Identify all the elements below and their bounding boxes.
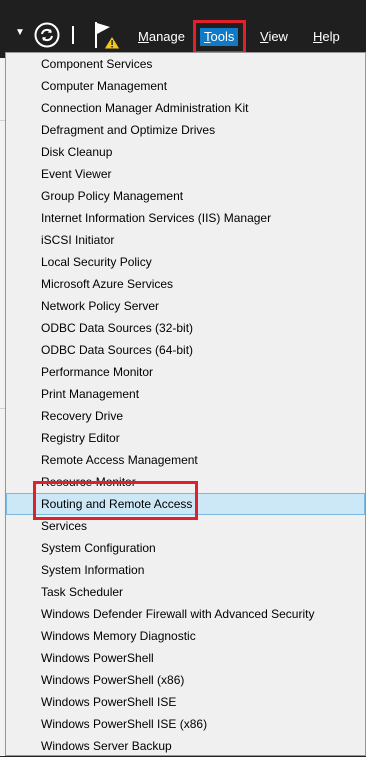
menu-help-accel: H xyxy=(313,29,323,44)
tools-menu-item-label: Component Services xyxy=(41,57,153,71)
tools-menu-item[interactable]: Windows PowerShell ISE xyxy=(6,691,365,713)
tools-menu-item[interactable]: Internet Information Services (IIS) Mana… xyxy=(6,207,365,229)
tools-menu-item[interactable]: Performance Monitor xyxy=(6,361,365,383)
tools-dropdown-menu: Component Services Computer Management Con… xyxy=(5,52,366,756)
tools-menu-item-label: Network Policy Server xyxy=(41,299,160,313)
tools-menu-item[interactable]: Connection Manager Administration Kit xyxy=(6,97,365,119)
tools-menu-item-label: Windows PowerShell (x86) xyxy=(41,673,185,687)
tools-menu-item[interactable]: Windows PowerShell (x86) xyxy=(6,669,365,691)
tools-menu-item[interactable]: Windows PowerShell ISE (x86) xyxy=(6,713,365,735)
menu-help[interactable]: Help xyxy=(309,28,344,46)
tools-menu-item-label: Remote Access Management xyxy=(41,453,198,467)
toolbar-separator xyxy=(72,26,74,44)
menu-manage-rest: anage xyxy=(148,29,185,44)
tools-menu-item-label: Windows Memory Diagnostic xyxy=(41,629,196,643)
tools-menu-item-label: Windows PowerShell ISE xyxy=(41,695,177,709)
refresh-icon[interactable] xyxy=(33,21,61,49)
tools-menu-item-label: Recovery Drive xyxy=(41,409,124,423)
tools-menu-item-label: ODBC Data Sources (32-bit) xyxy=(41,321,194,335)
tools-menu-item-label: System Information xyxy=(41,563,145,577)
tools-menu-item-label: Group Policy Management xyxy=(41,189,184,203)
menu-help-rest: elp xyxy=(322,29,340,44)
tools-menu-item[interactable]: System Information xyxy=(6,559,365,581)
tools-menu-item-label: Disk Cleanup xyxy=(41,145,113,159)
tools-menu-item-label: ODBC Data Sources (64-bit) xyxy=(41,343,194,357)
server-manager-toolbar: ▼ Manage Tools View Help xyxy=(0,0,366,58)
tools-menu-item[interactable]: Disk Cleanup xyxy=(6,141,365,163)
tools-menu-item-label: Print Management xyxy=(41,387,140,401)
tools-menu-item-label: Event Viewer xyxy=(41,167,112,181)
annotation-box-routing xyxy=(33,481,198,520)
tools-menu-item-label: System Configuration xyxy=(41,541,156,555)
tools-menu-item-label: Connection Manager Administration Kit xyxy=(41,101,249,115)
tools-menu-item[interactable]: Recovery Drive xyxy=(6,405,365,427)
tools-menu-item[interactable]: System Configuration xyxy=(6,537,365,559)
menu-view-rest: iew xyxy=(268,29,288,44)
tools-menu-item[interactable]: Microsoft Azure Services xyxy=(6,273,365,295)
tools-menu-item-label: Microsoft Azure Services xyxy=(41,277,174,291)
tools-menu-item[interactable]: Group Policy Management xyxy=(6,185,365,207)
tools-menu-item[interactable]: Windows PowerShell xyxy=(6,647,365,669)
tools-menu-item-label: Windows PowerShell ISE (x86) xyxy=(41,717,208,731)
tools-menu-item[interactable]: Print Management xyxy=(6,383,365,405)
tools-menu-item[interactable]: Defragment and Optimize Drives xyxy=(6,119,365,141)
tools-menu-item[interactable]: Remote Access Management xyxy=(6,449,365,471)
tools-menu-item-label: Windows PowerShell xyxy=(41,651,154,665)
tools-menu-item[interactable]: Network Policy Server xyxy=(6,295,365,317)
tools-menu-item[interactable]: Task Scheduler xyxy=(6,581,365,603)
tools-menu-item[interactable]: ODBC Data Sources (64-bit) xyxy=(6,339,365,361)
tools-menu-item[interactable]: Windows Memory Diagnostic xyxy=(6,625,365,647)
tools-menu-item[interactable]: Windows Server Backup xyxy=(6,735,365,757)
tools-menu-item-label: Defragment and Optimize Drives xyxy=(41,123,216,137)
tools-menu-item[interactable]: Windows Defender Firewall with Advanced … xyxy=(6,603,365,625)
tools-menu-item[interactable]: Registry Editor xyxy=(6,427,365,449)
tools-menu-item[interactable]: iSCSI Initiator xyxy=(6,229,365,251)
tools-menu-item-label: Windows Server Backup xyxy=(41,739,172,753)
tools-menu-item[interactable]: Local Security Policy xyxy=(6,251,365,273)
menu-manage[interactable]: Manage xyxy=(134,28,189,46)
notifications-flag-warning-icon[interactable] xyxy=(92,20,124,52)
tools-menu-item-label: Internet Information Services (IIS) Mana… xyxy=(41,211,272,225)
tools-menu-item-label: Task Scheduler xyxy=(41,585,124,599)
tools-menu-item-label: iSCSI Initiator xyxy=(41,233,115,247)
tools-menu-item[interactable]: Computer Management xyxy=(6,75,365,97)
tools-menu-item[interactable]: Component Services xyxy=(6,53,365,75)
dropdown-arrow-icon[interactable]: ▼ xyxy=(15,27,25,38)
tools-menu-item-label: Windows Defender Firewall with Advanced … xyxy=(41,607,315,621)
menu-view[interactable]: View xyxy=(256,28,292,46)
tools-menu-item-label: Performance Monitor xyxy=(41,365,154,379)
tools-menu-item-label: Local Security Policy xyxy=(41,255,152,269)
annotation-box-tools xyxy=(193,20,246,54)
tools-menu-item[interactable]: Event Viewer xyxy=(6,163,365,185)
tools-menu-item-label: Registry Editor xyxy=(41,431,120,445)
tools-menu-item-label: Computer Management xyxy=(41,79,168,93)
menu-manage-accel: M xyxy=(138,29,149,44)
tools-menu-item[interactable]: ODBC Data Sources (32-bit) xyxy=(6,317,365,339)
